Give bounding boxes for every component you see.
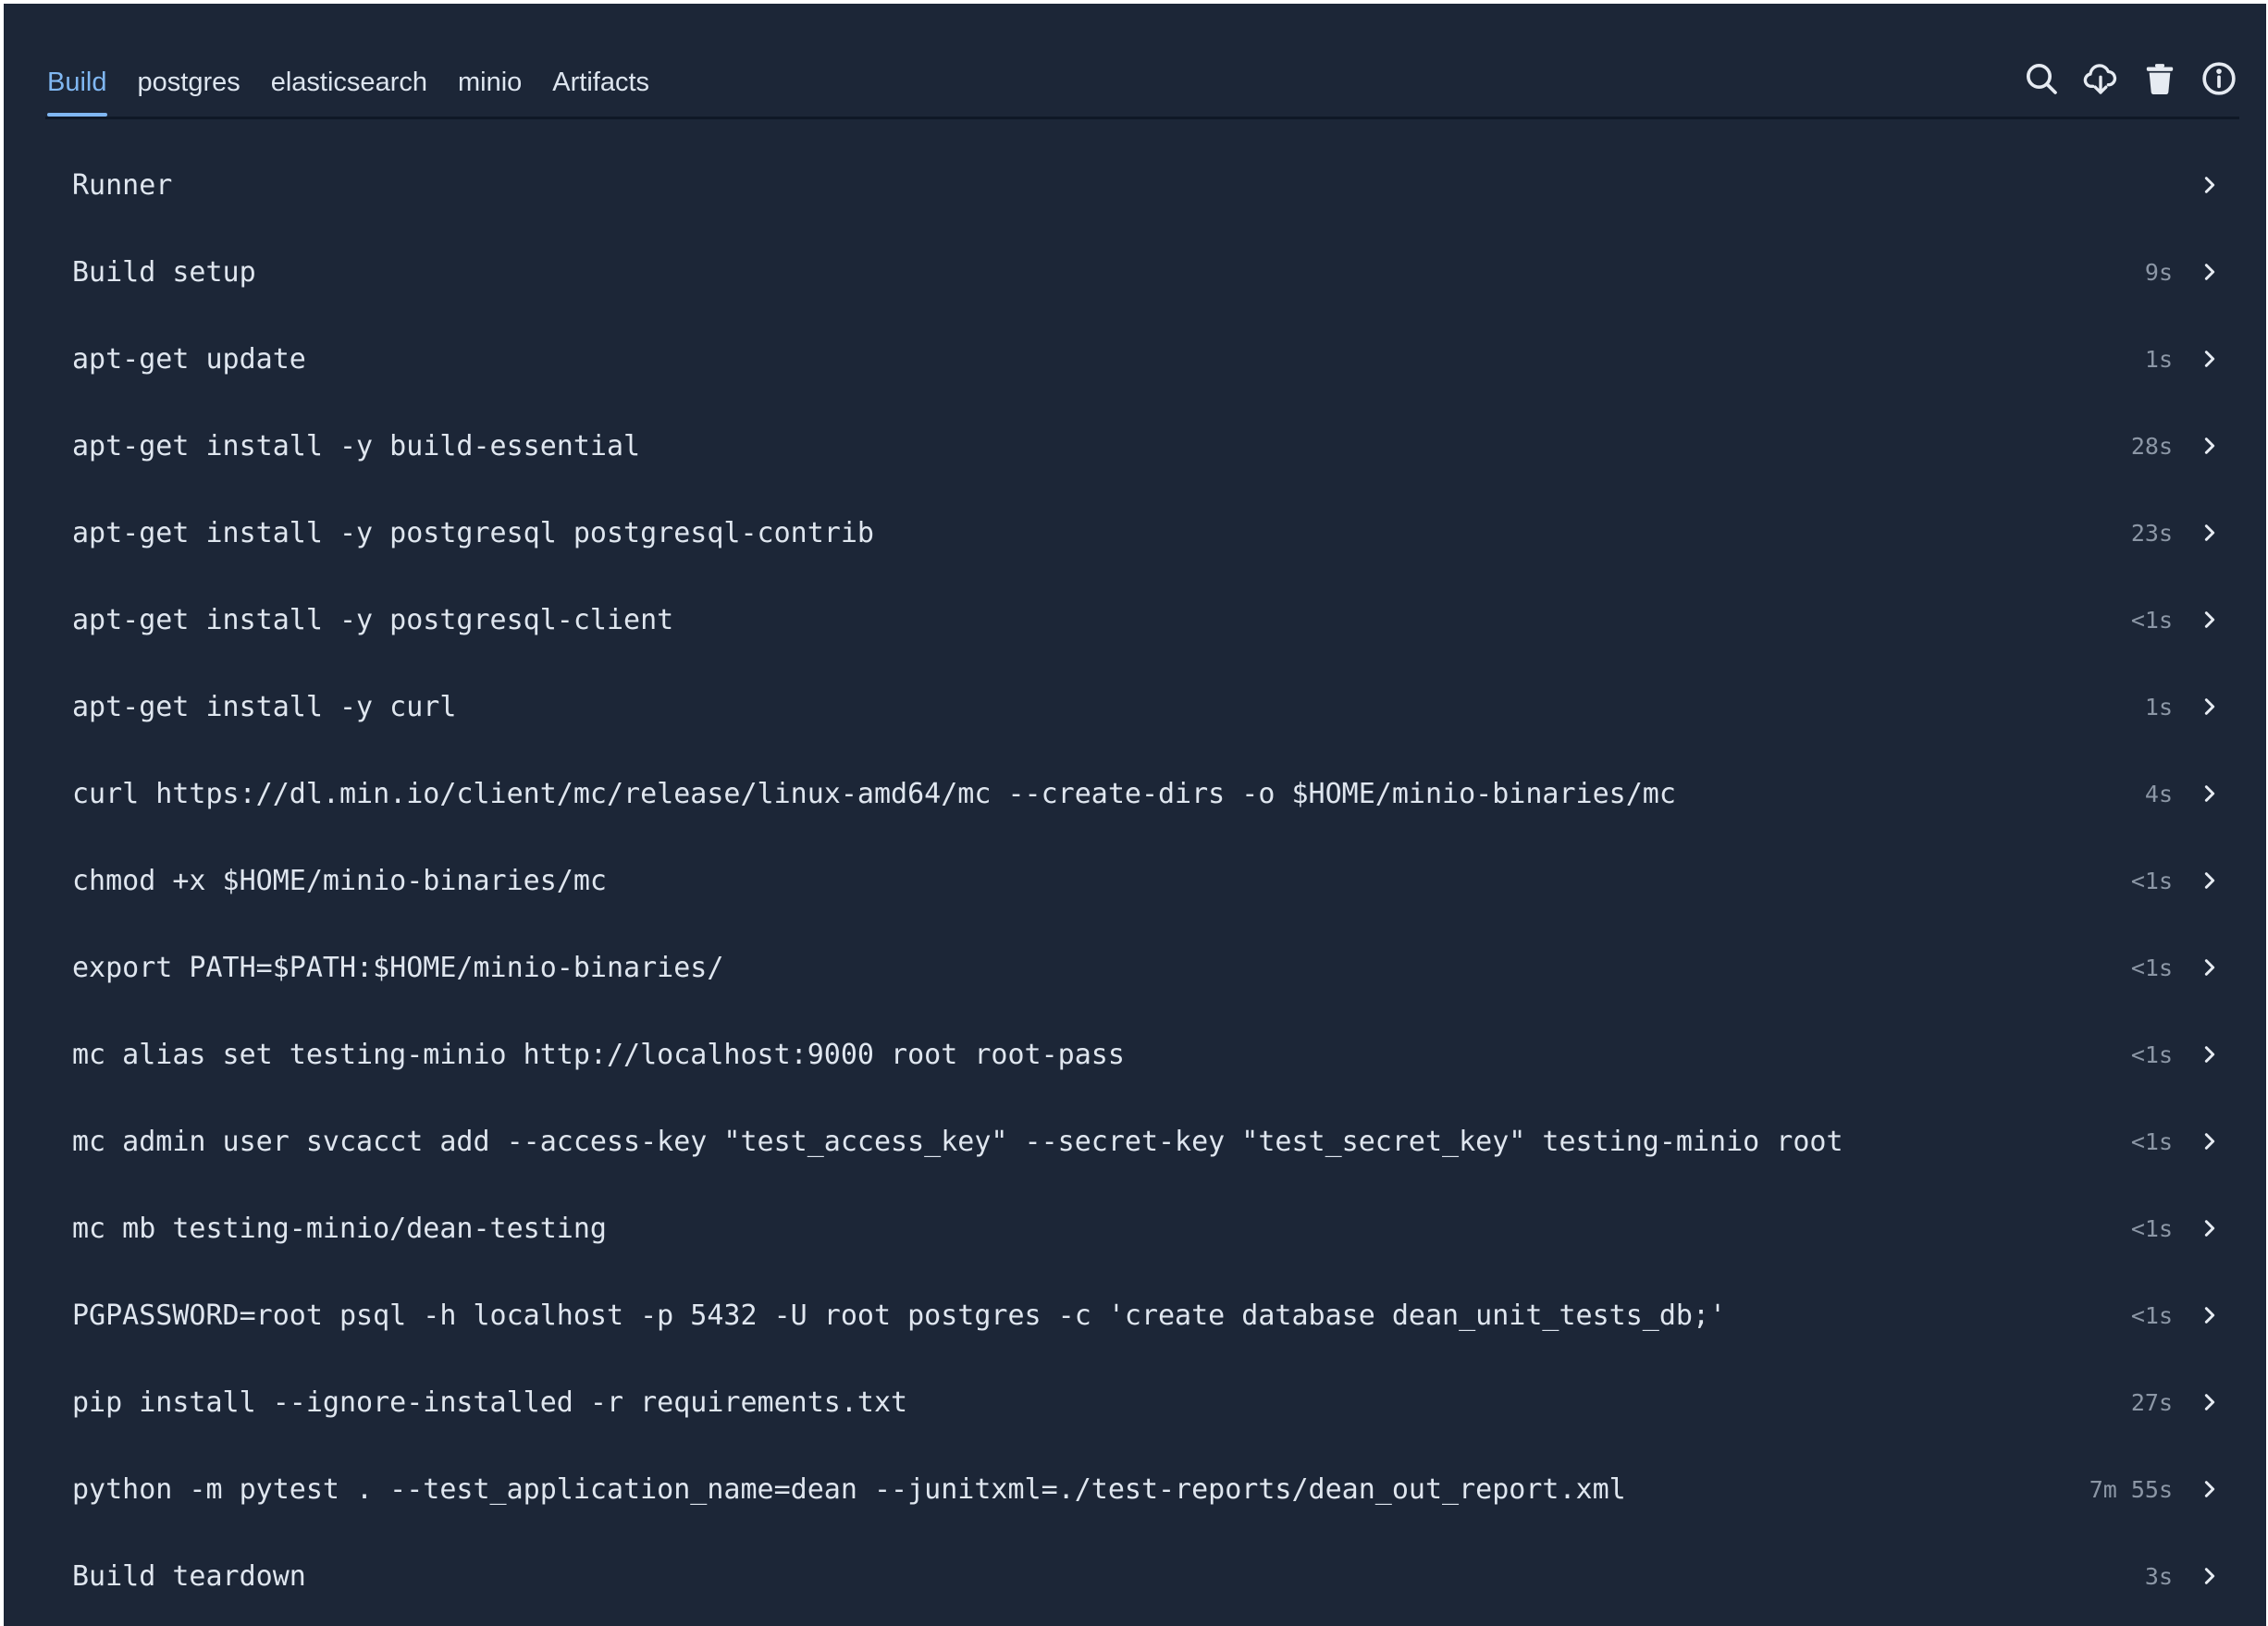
chevron-right-icon [2198, 782, 2222, 806]
step-name: Build setup [72, 255, 256, 289]
step-name: mc admin user svcacct add --access-key "… [72, 1125, 1843, 1158]
chevron-right-icon [2198, 955, 2222, 979]
chevron-right-icon [2198, 173, 2222, 197]
step-row[interactable]: curl https://dl.min.io/client/mc/release… [39, 750, 2240, 837]
chevron-right-icon [2198, 1042, 2222, 1066]
step-duration: 7m 55s [2089, 1475, 2173, 1503]
step-duration: <1s [2130, 606, 2173, 634]
step-duration: 27s [2130, 1388, 2173, 1416]
tab-minio[interactable]: minio [458, 48, 522, 117]
chevron-right-icon [2198, 521, 2222, 545]
cloud-download-icon [2083, 64, 2117, 94]
step-name: python -m pytest . --test_application_na… [72, 1472, 1626, 1506]
chevron-right-icon [2198, 1390, 2222, 1414]
step-duration: 3s [2144, 1562, 2173, 1590]
step-row[interactable]: Build teardown 3s [39, 1533, 2240, 1620]
chevron-right-icon [2198, 434, 2222, 458]
step-row[interactable]: apt-get install -y curl 1s [39, 663, 2240, 750]
search-button[interactable] [2021, 58, 2062, 99]
step-name: export PATH=$PATH:$HOME/minio-binaries/ [72, 951, 724, 984]
info-icon [2202, 62, 2236, 95]
step-name: mc mb testing-minio/dean-testing [72, 1212, 607, 1245]
tab-bar: Build postgres elasticsearch minio Artif… [45, 48, 2239, 119]
step-row[interactable]: PGPASSWORD=root psql -h localhost -p 543… [39, 1272, 2240, 1359]
step-row[interactable]: apt-get install -y postgresql postgresql… [39, 489, 2240, 576]
step-row[interactable]: apt-get install -y build-essential 28s [39, 402, 2240, 489]
chevron-right-icon [2198, 695, 2222, 719]
download-log-button[interactable] [2080, 58, 2121, 99]
step-name: curl https://dl.min.io/client/mc/release… [72, 777, 1676, 810]
trash-icon [2146, 64, 2174, 95]
step-name: PGPASSWORD=root psql -h localhost -p 543… [72, 1299, 1727, 1332]
step-list: Runner Build setup 9s apt-get update 1s … [39, 142, 2240, 1620]
step-name: pip install --ignore-installed -r requir… [72, 1386, 908, 1419]
step-duration: 4s [2144, 780, 2173, 807]
step-duration: <1s [2130, 1127, 2173, 1155]
search-icon [2027, 64, 2057, 94]
step-duration: <1s [2130, 1214, 2173, 1242]
pipeline-log-panel: Build postgres elasticsearch minio Artif… [4, 4, 2266, 1626]
step-duration: <1s [2130, 1301, 2173, 1329]
step-name: apt-get update [72, 342, 306, 376]
step-name: mc alias set testing-minio http://localh… [72, 1038, 1125, 1071]
step-name: chmod +x $HOME/minio-binaries/mc [72, 864, 607, 897]
step-duration: 23s [2130, 519, 2173, 547]
tab-artifacts[interactable]: Artifacts [552, 48, 649, 117]
step-duration: 1s [2144, 693, 2173, 721]
step-duration: <1s [2130, 1041, 2173, 1068]
chevron-right-icon [2198, 1477, 2222, 1501]
step-row[interactable]: chmod +x $HOME/minio-binaries/mc <1s [39, 837, 2240, 924]
step-name: Runner [72, 168, 173, 202]
chevron-right-icon [2198, 608, 2222, 632]
tab-build[interactable]: Build [47, 48, 107, 117]
step-duration: <1s [2130, 954, 2173, 981]
step-duration: <1s [2130, 867, 2173, 894]
step-row[interactable]: mc alias set testing-minio http://localh… [39, 1011, 2240, 1098]
step-row[interactable]: pip install --ignore-installed -r requir… [39, 1359, 2240, 1446]
step-row[interactable]: Runner [39, 142, 2240, 228]
step-row[interactable]: Build setup 9s [39, 228, 2240, 315]
step-duration: 1s [2144, 345, 2173, 373]
chevron-right-icon [2198, 1129, 2222, 1153]
tab-postgres[interactable]: postgres [138, 48, 240, 117]
step-duration: 9s [2144, 258, 2173, 286]
chevron-right-icon [2198, 868, 2222, 893]
chevron-right-icon [2198, 1216, 2222, 1240]
step-name: apt-get install -y postgresql postgresql… [72, 516, 874, 549]
step-row[interactable]: python -m pytest . --test_application_na… [39, 1446, 2240, 1533]
step-row[interactable]: apt-get update 1s [39, 315, 2240, 402]
chevron-right-icon [2198, 1564, 2222, 1588]
step-name: apt-get install -y curl [72, 690, 457, 723]
step-row[interactable]: apt-get install -y postgresql-client <1s [39, 576, 2240, 663]
chevron-right-icon [2198, 347, 2222, 371]
step-name: apt-get install -y postgresql-client [72, 603, 674, 636]
chevron-right-icon [2198, 1303, 2222, 1327]
tab-elasticsearch[interactable]: elasticsearch [271, 48, 427, 117]
step-row[interactable]: mc admin user svcacct add --access-key "… [39, 1098, 2240, 1185]
step-row[interactable]: mc mb testing-minio/dean-testing <1s [39, 1185, 2240, 1272]
step-row[interactable]: export PATH=$PATH:$HOME/minio-binaries/ … [39, 924, 2240, 1011]
tab-list: Build postgres elasticsearch minio Artif… [47, 48, 680, 117]
log-toolbar [2003, 55, 2239, 102]
step-duration: 28s [2130, 432, 2173, 460]
chevron-right-icon [2198, 260, 2222, 284]
delete-log-button[interactable] [2139, 58, 2180, 99]
step-name: apt-get install -y build-essential [72, 429, 641, 462]
step-name: Build teardown [72, 1559, 306, 1593]
info-button[interactable] [2199, 58, 2239, 99]
